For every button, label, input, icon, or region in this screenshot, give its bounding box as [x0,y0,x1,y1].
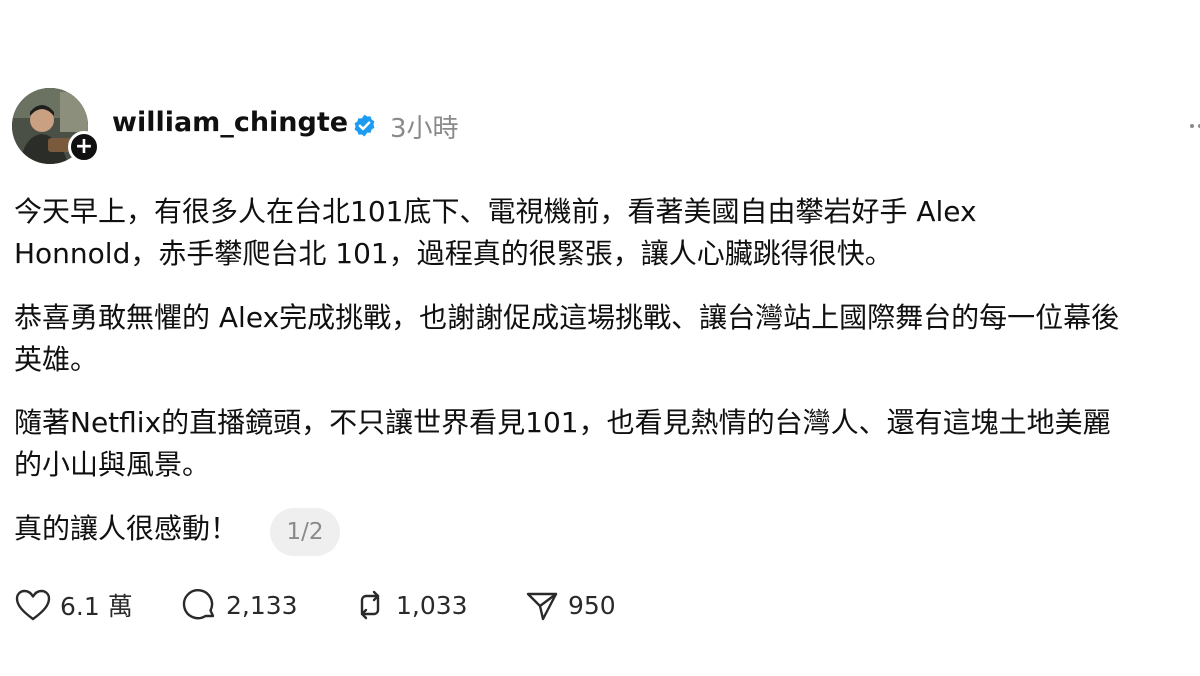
repost-button[interactable]: 1,033 [352,585,468,625]
threads-post: + william_chingte 3小時 今天早上，有很多人在台北101底下、… [0,0,1200,676]
more-options-icon[interactable] [1190,118,1200,134]
post-line: 的小山與風景。 [14,448,211,481]
post-paragraph-2: 恭喜勇敢無懼的 Alex完成挑戰，也謝謝促成這場挑戰、讓台灣站上國際舞台的每一位… [14,297,1200,381]
heart-icon [15,589,51,621]
post-line: Honnold，赤手攀爬台北 101，過程真的很緊張，讓人心臟跳得很快。 [14,237,893,270]
post-paragraph-3: 隨著Netflix的直播鏡頭，不只讓世界看見101，也看見熱情的台灣人、還有這塊… [14,402,1200,486]
share-button[interactable]: 950 [524,585,616,625]
like-button[interactable]: 6.1 萬 [14,585,133,625]
post-paragraph-1: 今天早上，有很多人在台北101底下、電視機前，看著美國自由攀岩好手 Alex H… [14,191,1200,275]
avatar-container[interactable]: + [12,88,100,164]
comment-button[interactable]: 2,133 [182,585,298,625]
post-closing-line: 真的讓人很感動！ [14,512,239,545]
post-line: 英雄。 [14,343,99,376]
post-line: 恭喜勇敢無懼的 Alex完成挑戰，也謝謝促成這場挑戰、讓台灣站上國際舞台的每一位… [14,301,1120,334]
post-line: 今天早上，有很多人在台北101底下、電視機前，看著美國自由攀岩好手 Alex [14,195,977,228]
repost-icon [360,590,380,620]
username[interactable]: william_chingte [112,107,348,138]
post-line: 隨著Netflix的直播鏡頭，不只讓世界看見101，也看見熱情的台灣人、還有這塊… [14,406,1111,439]
comment-bubble-icon [182,588,215,620]
post-timestamp[interactable]: 3小時 [390,108,459,145]
verified-badge-icon [354,114,375,137]
page-indicator: 1/2 [270,508,340,556]
comment-count: 2,133 [226,590,298,620]
plus-icon: + [74,134,94,159]
share-count: 950 [568,590,616,620]
repost-count: 1,033 [396,590,468,620]
follow-button[interactable]: + [68,131,100,163]
like-count: 6.1 萬 [60,592,133,621]
send-icon [526,592,558,621]
